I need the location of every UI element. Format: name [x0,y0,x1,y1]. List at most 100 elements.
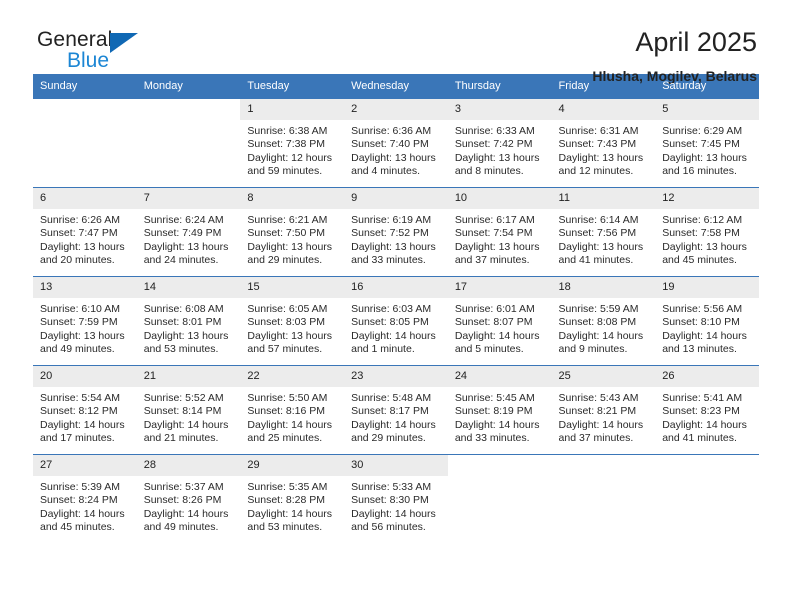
day-number: 22 [240,366,345,387]
sunset-text: Sunset: 8:07 PM [454,316,533,329]
calendar-day-cell[interactable]: 28 Sunrise: 5:37 AM Sunset: 8:26 PM Dayligh… [136,454,241,543]
calendar-day-cell[interactable]: 18 Sunrise: 5:59 AM Sunset: 8:08 PM Dayligh… [551,276,656,366]
day-details: Sunrise: 6:05 AM Sunset: 8:03 PM Daylight:… [240,298,344,357]
daylight-text: Daylight: 13 hours and 8 minutes. [454,151,540,178]
day-details: Sunrise: 6:21 AM Sunset: 7:50 PM Daylight:… [240,209,344,268]
daylight-text: Daylight: 13 hours and 41 minutes. [558,240,644,267]
day-details: Sunrise: 5:54 AM Sunset: 8:12 PM Daylight:… [33,387,137,446]
calendar-day-cell[interactable]: 20 Sunrise: 5:54 AM Sunset: 8:12 PM Dayligh… [33,365,137,455]
day-number: 2 [344,99,448,120]
calendar-day-cell[interactable]: 19 Sunrise: 5:56 AM Sunset: 8:10 PM Dayligh… [655,276,759,366]
sunrise-text: Sunrise: 6:03 AM [351,303,432,315]
day-details: Sunrise: 6:01 AM Sunset: 8:07 PM Daylight:… [448,298,552,357]
calendar-day-cell-empty [136,98,241,188]
day-details: Sunrise: 6:14 AM Sunset: 7:56 PM Daylight:… [552,209,656,268]
calendar-day-cell[interactable]: 16 Sunrise: 6:03 AM Sunset: 8:05 PM Dayligh… [344,276,448,366]
sunrise-text: Sunrise: 5:59 AM [558,303,639,315]
calendar-day-cell[interactable]: 14 Sunrise: 6:08 AM Sunset: 8:01 PM Dayligh… [136,276,241,366]
calendar-page: General Blue April 2025 Hlusha, Mogilev,… [0,0,792,612]
day-details: Sunrise: 6:03 AM Sunset: 8:05 PM Daylight:… [344,298,448,357]
sunset-text: Sunset: 7:45 PM [662,138,740,151]
calendar-day-cell[interactable]: 27 Sunrise: 5:39 AM Sunset: 8:24 PM Dayligh… [33,454,137,543]
day-details: Sunrise: 6:19 AM Sunset: 7:52 PM Daylight:… [344,209,448,268]
sunset-text: Sunset: 8:08 PM [558,316,637,329]
daylight-text: Daylight: 13 hours and 16 minutes. [662,151,747,178]
calendar-day-cell[interactable]: 5 Sunrise: 6:29 AM Sunset: 7:45 PM Daylight… [655,98,759,188]
day-details: Sunrise: 5:41 AM Sunset: 8:23 PM Daylight:… [655,387,759,446]
calendar-day-cell[interactable]: 12 Sunrise: 6:12 AM Sunset: 7:58 PM Dayligh… [655,187,759,277]
sunset-text: Sunset: 8:01 PM [143,316,222,329]
calendar-day-cell[interactable]: 26 Sunrise: 5:41 AM Sunset: 8:23 PM Dayligh… [655,365,759,455]
calendar-day-cell[interactable]: 30 Sunrise: 5:33 AM Sunset: 8:30 PM Dayligh… [344,454,448,543]
sunset-text: Sunset: 7:42 PM [454,138,533,151]
sunset-text: Sunset: 7:40 PM [351,138,429,151]
general-blue-logo[interactable]: General Blue [37,28,167,80]
daylight-text: Daylight: 13 hours and 45 minutes. [662,240,747,267]
calendar-day-cell[interactable]: 4 Sunrise: 6:31 AM Sunset: 7:43 PM Daylight… [551,98,656,188]
calendar-day-cell-empty [655,454,759,543]
calendar-day-cell[interactable]: 9 Sunrise: 6:19 AM Sunset: 7:52 PM Daylight… [344,187,448,277]
sunrise-text: Sunrise: 6:31 AM [558,125,639,137]
calendar-day-cell[interactable]: 25 Sunrise: 5:43 AM Sunset: 8:21 PM Dayligh… [551,365,656,455]
day-details: Sunrise: 6:29 AM Sunset: 7:45 PM Daylight:… [655,120,759,179]
day-number: 8 [240,188,345,209]
calendar-day-cell[interactable]: 7 Sunrise: 6:24 AM Sunset: 7:49 PM Daylight… [136,187,241,277]
day-number: 26 [655,366,759,387]
day-number: 17 [447,277,552,298]
sunrise-text: Sunrise: 6:36 AM [351,125,432,137]
calendar-day-cell-empty [447,454,552,543]
day-number: 20 [33,366,137,387]
calendar-day-cell[interactable]: 29 Sunrise: 5:35 AM Sunset: 8:28 PM Dayligh… [240,454,345,543]
calendar-day-cell[interactable]: 8 Sunrise: 6:21 AM Sunset: 7:50 PM Daylight… [240,187,345,277]
day-details: Sunrise: 5:45 AM Sunset: 8:19 PM Daylight:… [448,387,552,446]
sunrise-text: Sunrise: 6:33 AM [454,125,535,137]
sunrise-text: Sunrise: 5:37 AM [143,481,224,493]
sunset-text: Sunset: 8:14 PM [143,405,222,418]
daylight-text: Daylight: 14 hours and 33 minutes. [454,418,540,445]
day-number: 7 [136,188,241,209]
calendar-day-cell[interactable]: 10 Sunrise: 6:17 AM Sunset: 7:54 PM Dayligh… [447,187,552,277]
sunrise-text: Sunrise: 6:10 AM [40,303,120,315]
calendar-day-cell[interactable]: 11 Sunrise: 6:14 AM Sunset: 7:56 PM Dayligh… [551,187,656,277]
sunset-text: Sunset: 7:38 PM [247,138,326,151]
daylight-text: Daylight: 14 hours and 56 minutes. [351,507,436,534]
calendar-day-cell[interactable]: 1 Sunrise: 6:38 AM Sunset: 7:38 PM Daylight… [240,98,345,188]
calendar-day-cell[interactable]: 23 Sunrise: 5:48 AM Sunset: 8:17 PM Dayligh… [344,365,448,455]
sunrise-text: Sunrise: 5:54 AM [40,392,120,404]
sunrise-text: Sunrise: 6:19 AM [351,214,432,226]
calendar-day-cell[interactable]: 2 Sunrise: 6:36 AM Sunset: 7:40 PM Daylight… [344,98,448,188]
sunrise-text: Sunrise: 6:05 AM [247,303,328,315]
calendar-day-cell[interactable]: 13 Sunrise: 6:10 AM Sunset: 7:59 PM Dayligh… [33,276,137,366]
day-number: 15 [240,277,345,298]
sunset-text: Sunset: 7:49 PM [143,227,222,240]
day-details: Sunrise: 5:37 AM Sunset: 8:26 PM Daylight:… [137,476,241,535]
calendar-day-cell[interactable]: 22 Sunrise: 5:50 AM Sunset: 8:16 PM Dayligh… [240,365,345,455]
daylight-text: Daylight: 14 hours and 37 minutes. [558,418,644,445]
daylight-text: Daylight: 13 hours and 12 minutes. [558,151,644,178]
sunrise-text: Sunrise: 6:12 AM [662,214,743,226]
sunset-text: Sunset: 8:19 PM [454,405,533,418]
sunrise-text: Sunrise: 5:33 AM [351,481,432,493]
calendar-body: 1 Sunrise: 6:38 AM Sunset: 7:38 PM Daylight… [33,98,759,543]
calendar-day-cell[interactable]: 24 Sunrise: 5:45 AM Sunset: 8:19 PM Dayligh… [447,365,552,455]
calendar-day-cell[interactable]: 6 Sunrise: 6:26 AM Sunset: 7:47 PM Daylight… [33,187,137,277]
calendar-day-cell[interactable]: 3 Sunrise: 6:33 AM Sunset: 7:42 PM Daylight… [447,98,552,188]
daylight-text: Daylight: 14 hours and 29 minutes. [351,418,436,445]
daylight-text: Daylight: 14 hours and 41 minutes. [662,418,747,445]
sunset-text: Sunset: 7:47 PM [40,227,118,240]
day-number: 18 [551,277,656,298]
day-details: Sunrise: 6:24 AM Sunset: 7:49 PM Daylight:… [137,209,241,268]
calendar-day-cell[interactable]: 15 Sunrise: 6:05 AM Sunset: 8:03 PM Dayligh… [240,276,345,366]
calendar-week-row: 13 Sunrise: 6:10 AM Sunset: 7:59 PM Dayligh… [33,276,759,366]
day-details: Sunrise: 6:10 AM Sunset: 7:59 PM Daylight:… [33,298,137,357]
day-details: Sunrise: 5:56 AM Sunset: 8:10 PM Daylight:… [655,298,759,357]
day-number: 24 [447,366,552,387]
sunrise-text: Sunrise: 6:21 AM [247,214,328,226]
sunrise-text: Sunrise: 6:17 AM [454,214,535,226]
sunset-text: Sunset: 8:28 PM [247,494,326,507]
day-details: Sunrise: 6:33 AM Sunset: 7:42 PM Daylight:… [448,120,552,179]
day-details: Sunrise: 5:43 AM Sunset: 8:21 PM Daylight:… [552,387,656,446]
calendar-day-cell[interactable]: 21 Sunrise: 5:52 AM Sunset: 8:14 PM Dayligh… [136,365,241,455]
calendar-day-cell[interactable]: 17 Sunrise: 6:01 AM Sunset: 8:07 PM Dayligh… [447,276,552,366]
sunset-text: Sunset: 8:23 PM [662,405,740,418]
